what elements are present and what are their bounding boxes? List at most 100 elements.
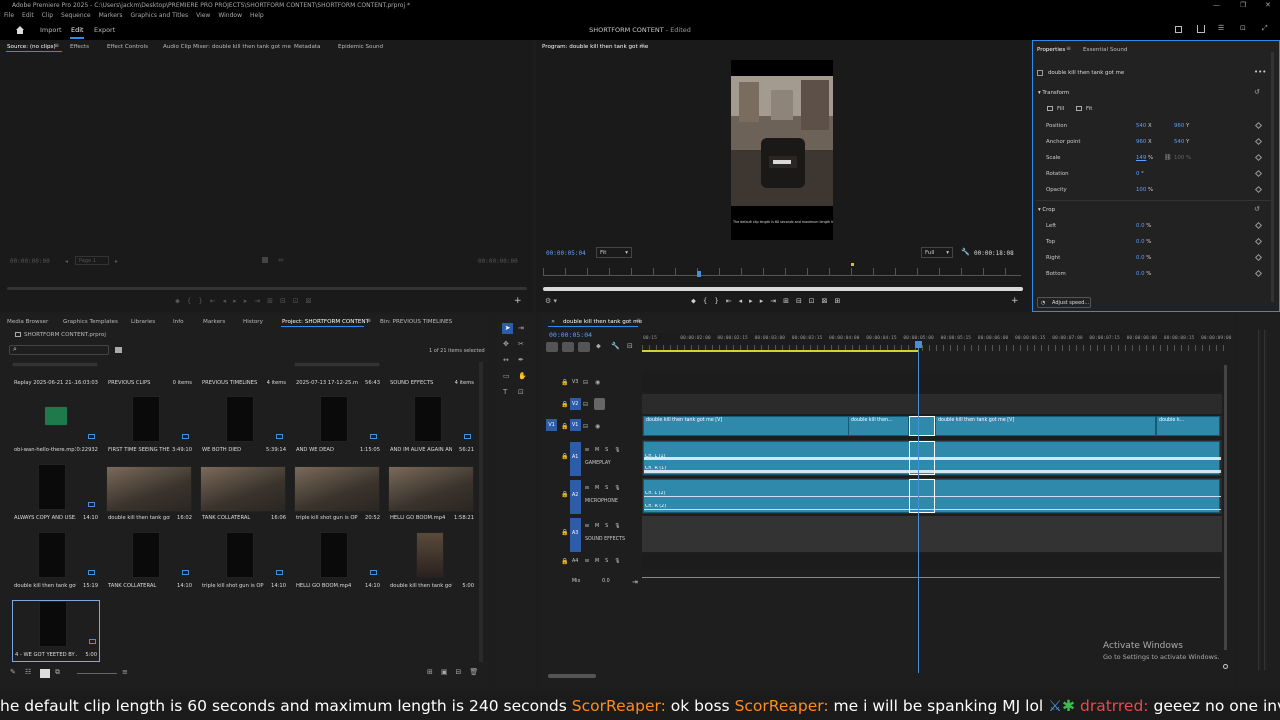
menu-file[interactable]: File — [4, 11, 14, 21]
share-icon[interactable] — [1197, 25, 1205, 33]
project-item[interactable]: 4 - WE GOT YEETED BY A... 5:00 — [12, 600, 100, 662]
sequence-menu-icon[interactable]: ≡ — [636, 317, 641, 324]
home-icon[interactable] — [15, 25, 25, 35]
source-transport[interactable]: ⬥{}⇤◂▸▸⇥⊞⊟⊡⊠ — [175, 297, 319, 306]
timeline-close-icon[interactable]: ✕ — [551, 319, 555, 325]
track-v2-lane[interactable] — [642, 394, 1222, 414]
marker-icon[interactable]: ⬥ — [596, 342, 601, 351]
timeline-v-scrollbar[interactable] — [1224, 365, 1227, 650]
link-icon[interactable]: ⛓ — [1164, 154, 1172, 161]
menu-sequence[interactable]: Sequence — [61, 11, 91, 21]
quick-export-icon[interactable]: ⊡ — [1240, 24, 1246, 32]
project-item[interactable]: obi-wan-hello-there.mp3 0:22932 — [12, 396, 100, 458]
lock-icon[interactable]: 🔒 — [561, 401, 568, 408]
playhead-head[interactable] — [915, 341, 922, 348]
ripple-edit-tool[interactable]: ✥ — [503, 340, 509, 348]
eye-icon[interactable]: ◉ — [595, 379, 600, 386]
project-item[interactable]: TANK COLLATERAL 16:06 — [200, 464, 288, 526]
new-bin-from-search-icon[interactable] — [115, 347, 122, 353]
pencil-icon[interactable]: ✎ — [10, 668, 16, 676]
clip-v1-2[interactable]: double kill then... — [848, 416, 909, 436]
program-title[interactable]: Program: double kill then tank got me — [542, 44, 648, 50]
project-item[interactable]: PREVIOUS CLIPS 0 items — [106, 362, 194, 386]
project-item[interactable]: triple kill shot gun is OP 20:52 — [294, 464, 382, 526]
track-a3-controls[interactable]: ⊟MS🎙 — [585, 524, 626, 529]
program-transport[interactable]: ⬥{}⇤◂▸▸⇥⊞⊟⊡⊠⊞ — [691, 297, 847, 306]
eye-icon[interactable]: ◉ — [595, 423, 600, 430]
track-a4-controls[interactable]: ⊟MS🎙 — [585, 559, 626, 564]
snap-button[interactable] — [546, 342, 558, 352]
type-tool[interactable]: T — [503, 388, 507, 396]
tab-effects[interactable]: Effects — [70, 44, 89, 50]
razor-tool[interactable]: ✂ — [518, 340, 524, 348]
pen-tool[interactable]: ✒ — [518, 356, 524, 364]
sync-lock-icon[interactable]: ⊟ — [583, 423, 588, 430]
close-button[interactable]: ✕ — [1265, 0, 1271, 11]
menu-graphics[interactable]: Graphics and Titles — [131, 11, 189, 21]
tab-metadata[interactable]: Metadata — [294, 44, 321, 50]
mix-expand-icon[interactable]: ⇥ — [632, 578, 638, 586]
lock-icon[interactable]: 🔒 — [561, 558, 568, 565]
slip-tool[interactable]: ↔ — [503, 356, 509, 364]
freeform-view-icon[interactable]: ⧉ — [55, 668, 60, 677]
captions-tool[interactable]: ⊡ — [518, 388, 524, 396]
hand-tool[interactable]: ✋ — [518, 372, 527, 380]
tab-bin[interactable]: Bin: PREVIOUS TIMELINES — [380, 319, 452, 325]
track-a3-lane[interactable] — [642, 516, 1222, 552]
project-item[interactable]: HELLI GO BOOM.mp4 1:58:21 — [388, 464, 476, 526]
prop-position-x[interactable]: 540 X — [1136, 123, 1152, 129]
tab-properties[interactable]: Properties — [1037, 47, 1065, 53]
minimize-button[interactable]: — — [1213, 0, 1220, 11]
crop-section[interactable]: ▾ Crop — [1038, 207, 1055, 213]
linked-selection-button[interactable] — [562, 342, 574, 352]
properties-scrollbar[interactable] — [1271, 52, 1274, 302]
project-item[interactable]: PREVIOUS TIMELINES 4 items — [200, 362, 288, 386]
properties-menu-icon[interactable]: ≡ — [1066, 45, 1071, 52]
menu-markers[interactable]: Markers — [99, 11, 123, 21]
track-select-tool[interactable]: ⇥ — [518, 324, 524, 332]
timeline-h-scrollbar[interactable] — [548, 674, 596, 678]
program-tc-current[interactable]: 00:00:05:04 — [546, 250, 586, 257]
crop-bottom-value[interactable]: 0.0 % — [1136, 271, 1151, 277]
program-add-button[interactable]: + — [1011, 296, 1019, 306]
track-a2-controls[interactable]: ⊟MS🎙 — [585, 486, 626, 491]
mix-value[interactable]: 0.0 — [602, 579, 610, 584]
insert-button[interactable] — [578, 342, 590, 352]
tab-graphics-templates[interactable]: Graphics Templates — [63, 319, 118, 325]
project-item[interactable]: FIRST TIME SEEING THE... 3:49:10 — [106, 396, 194, 458]
track-a1-controls[interactable]: ⊟MS🎙 — [585, 448, 626, 453]
zoom-slider[interactable] — [77, 673, 117, 674]
prop-anchor-x[interactable]: 960 X — [1136, 139, 1152, 145]
eye-toggle-button[interactable] — [594, 398, 605, 410]
tab-history[interactable]: History — [243, 319, 263, 325]
more-options-icon[interactable]: ••• — [1254, 68, 1266, 76]
fit-icon[interactable] — [1076, 106, 1082, 111]
timeline-tc-current[interactable]: 00:00:05:04 — [549, 331, 592, 339]
project-item[interactable]: SOUND EFFECTS 4 items — [388, 362, 476, 386]
program-menu-icon[interactable]: ≡ — [640, 42, 645, 49]
tab-menu-icon[interactable]: ≡ — [54, 42, 59, 49]
prop-position-y[interactable]: 960 Y — [1174, 123, 1189, 129]
lock-icon[interactable]: 🔒 — [561, 379, 568, 386]
tab-info[interactable]: Info — [173, 319, 184, 325]
menu-edit[interactable]: Edit — [22, 11, 34, 21]
tab-media-browser[interactable]: Media Browser — [7, 319, 48, 325]
quality-select[interactable]: Full ▾ — [921, 247, 953, 258]
track-v3-lane[interactable] — [642, 372, 1222, 392]
source-patch-v1[interactable]: V1 — [546, 419, 557, 431]
menu-window[interactable]: Window — [218, 11, 242, 21]
sync-lock-icon[interactable]: ⊟ — [583, 379, 588, 386]
program-settings-icon[interactable]: ⚙ ▾ — [545, 297, 557, 305]
list-view-icon[interactable]: ☷ — [25, 668, 31, 676]
clip-a2-selected[interactable] — [909, 479, 935, 513]
wrench-icon[interactable]: 🔧 — [961, 248, 970, 256]
project-item[interactable]: HELLI GO BOOM.mp4 14:10 — [294, 532, 382, 594]
sort-icon[interactable]: ≡ — [122, 668, 128, 676]
crop-left-value[interactable]: 0.0 % — [1136, 223, 1151, 229]
fill-label[interactable]: Fill — [1057, 106, 1064, 112]
program-zoom-bar[interactable] — [543, 287, 1023, 291]
project-item[interactable]: Replay 2025-06-21 21-... 16:03:03 — [12, 362, 100, 386]
sequence-tab[interactable]: double kill then tank got me — [563, 319, 642, 325]
tab-markers[interactable]: Markers — [203, 319, 225, 325]
project-bottom-buttons[interactable]: ⊞▣⊟🗑 — [427, 668, 486, 676]
